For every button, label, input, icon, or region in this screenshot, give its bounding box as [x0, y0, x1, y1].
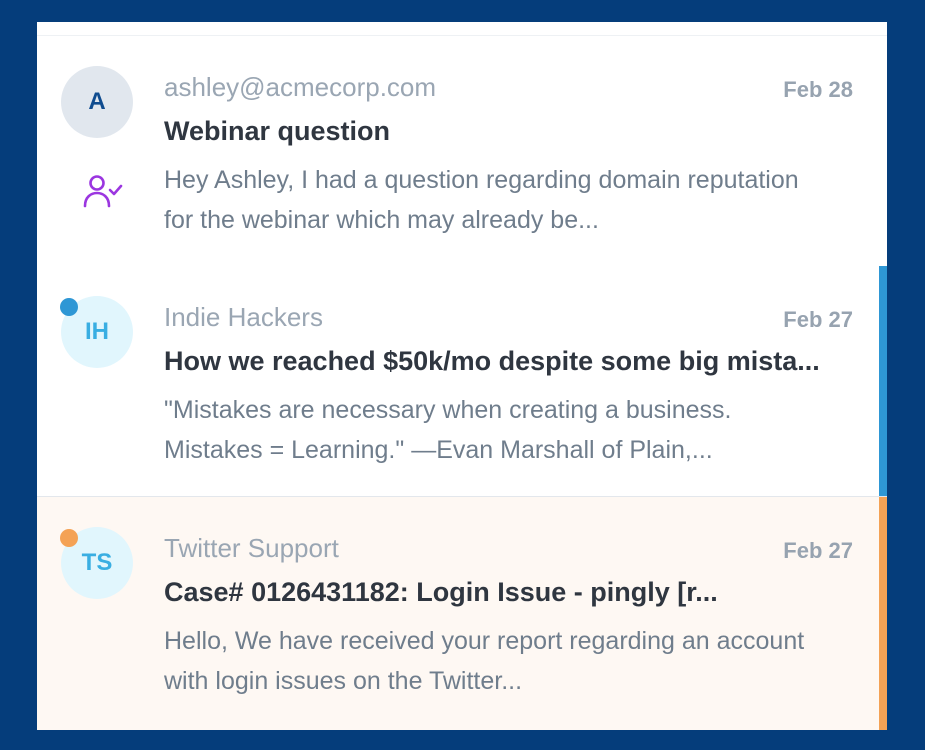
message-item[interactable]: TS Twitter Support Feb 27 Case# 01264311…: [37, 497, 887, 730]
unread-accent-bar: [879, 266, 887, 496]
message-item[interactable]: A ashley@acmecorp.com Feb 28 Webinar que…: [37, 36, 887, 267]
message-sender: Indie Hackers: [164, 302, 323, 332]
unread-dot: [60, 529, 78, 547]
user-check-icon: [83, 175, 123, 208]
avatar: A: [61, 66, 133, 138]
message-date: Feb 27: [783, 307, 853, 332]
message-date: Feb 27: [783, 538, 853, 563]
message-preview: Hey Ashley, I had a question regarding d…: [164, 166, 799, 234]
unread-dot: [60, 298, 78, 316]
message-date: Feb 28: [783, 77, 853, 102]
message-subject: Case# 0126431182: Login Issue - pingly […: [164, 577, 718, 607]
message-preview: "Mistakes are necessary when creating a …: [164, 396, 732, 464]
message-subject: How we reached $50k/mo despite some big …: [164, 346, 820, 376]
message-list: A ashley@acmecorp.com Feb 28 Webinar que…: [37, 22, 887, 730]
unread-accent-bar: [879, 497, 887, 730]
message-sender: ashley@acmecorp.com: [164, 72, 437, 102]
message-item[interactable]: IH Indie Hackers Feb 27 How we reached $…: [37, 266, 887, 497]
list-top-edge: [37, 22, 887, 36]
message-subject: Webinar question: [164, 116, 391, 146]
message-preview: Hello, We have received your report rega…: [164, 627, 805, 695]
message-sender: Twitter Support: [164, 533, 339, 563]
